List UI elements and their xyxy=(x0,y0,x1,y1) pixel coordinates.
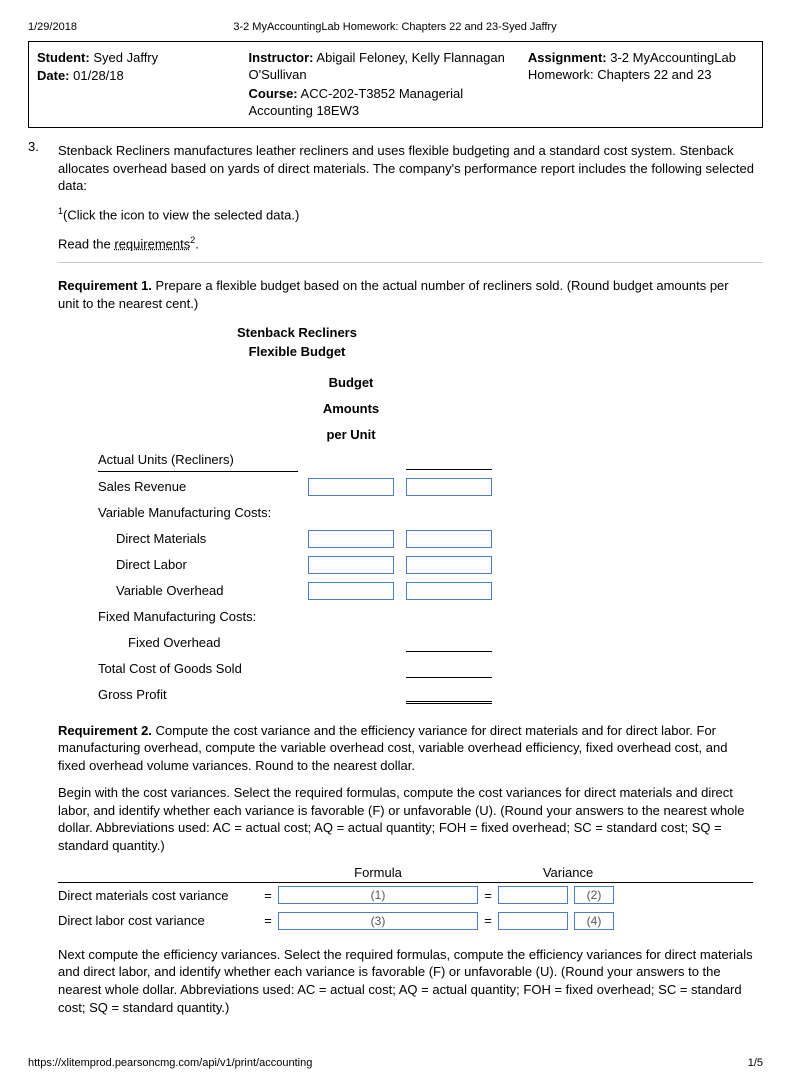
instructor-label: Instructor: xyxy=(249,50,314,65)
input-voh-total[interactable] xyxy=(406,582,492,600)
input-dm-var-amt[interactable] xyxy=(498,886,568,904)
input-voh-unit[interactable] xyxy=(308,582,394,600)
question-number: 3. xyxy=(28,138,50,277)
print-date: 1/29/2018 xyxy=(28,20,77,35)
row-actual-units: Actual Units (Recliners) xyxy=(98,449,298,472)
row-tcogs: Total Cost of Goods Sold xyxy=(98,658,298,680)
row-dm: Direct Materials xyxy=(98,528,298,550)
student-label: Student: xyxy=(37,50,90,65)
input-dl-var-amt[interactable] xyxy=(498,912,568,930)
req1-head-bold: Requirement 1. xyxy=(58,278,152,293)
student-value: Syed Jaffry xyxy=(93,50,158,65)
question-text: Stenback Recliners manufactures leather … xyxy=(58,142,763,195)
click-data-note[interactable]: 1(Click the icon to view the selected da… xyxy=(58,205,763,224)
course-label: Course: xyxy=(249,86,298,101)
date-label: Date: xyxy=(37,68,70,83)
input-foh-total[interactable] xyxy=(406,634,492,652)
input-dl-total[interactable] xyxy=(406,556,492,574)
footer-page: 1/5 xyxy=(748,1056,763,1071)
row-dl: Direct Labor xyxy=(98,554,298,576)
input-sales-rev-unit[interactable] xyxy=(308,478,394,496)
row-gp: Gross Profit xyxy=(98,684,298,706)
row-foh: Fixed Overhead xyxy=(98,632,298,654)
input-dm-total[interactable] xyxy=(406,530,492,548)
variance-table: Formula Variance Direct materials cost v… xyxy=(58,864,753,934)
info-box: Student: Syed Jaffry Date: 01/28/18 Inst… xyxy=(28,41,763,128)
row-sales-rev: Sales Revenue xyxy=(98,476,298,498)
input-sales-rev-total[interactable] xyxy=(406,478,492,496)
row-dl-cost-var: Direct labor cost variance xyxy=(58,912,258,930)
doc-title: 3-2 MyAccountingLab Homework: Chapters 2… xyxy=(233,20,556,35)
input-actual-units[interactable] xyxy=(406,452,492,470)
fb-title1: Stenback Recliners xyxy=(237,325,357,340)
row-voh: Variable Overhead xyxy=(98,580,298,602)
select-dl-formula[interactable]: (3) xyxy=(278,912,478,930)
flexible-budget-table: Stenback Recliners Flexible Budget Budge… xyxy=(98,323,753,708)
input-tcogs-total[interactable] xyxy=(406,660,492,678)
req2-head-rest: Compute the cost variance and the effici… xyxy=(58,723,727,773)
row-fmc: Fixed Manufacturing Costs: xyxy=(98,606,298,628)
separator xyxy=(58,262,763,263)
read-the: Read the xyxy=(58,236,114,251)
req2-head-bold: Requirement 2. xyxy=(58,723,152,738)
input-dm-unit[interactable] xyxy=(308,530,394,548)
fb-title2: Flexible Budget xyxy=(249,344,346,359)
row-vmc: Variable Manufacturing Costs: xyxy=(98,502,298,524)
req2-para2: Begin with the cost variances. Select th… xyxy=(58,784,753,854)
select-dm-formula[interactable]: (1) xyxy=(278,886,478,904)
input-dl-unit[interactable] xyxy=(308,556,394,574)
col-variance: Variance xyxy=(498,864,638,882)
input-gp-total[interactable] xyxy=(406,686,492,704)
print-footer: https://xlitemprod.pearsoncmg.com/api/v1… xyxy=(28,1056,763,1071)
requirements-link[interactable]: requirements xyxy=(114,236,190,251)
date-value: 01/28/18 xyxy=(73,68,124,83)
row-dm-cost-var: Direct materials cost variance xyxy=(58,887,258,905)
assignment-label: Assignment: xyxy=(528,50,607,65)
select-dl-var-fu[interactable]: (4) xyxy=(574,912,614,930)
print-header: 1/29/2018 3-2 MyAccountingLab Homework: … xyxy=(28,20,763,35)
footer-url: https://xlitemprod.pearsoncmg.com/api/v1… xyxy=(28,1056,312,1071)
req1-head-rest: Prepare a flexible budget based on the a… xyxy=(58,278,729,311)
col-formula: Formula xyxy=(278,864,478,882)
select-dm-var-fu[interactable]: (2) xyxy=(574,886,614,904)
req2-para3: Next compute the efficiency variances. S… xyxy=(58,946,753,1016)
